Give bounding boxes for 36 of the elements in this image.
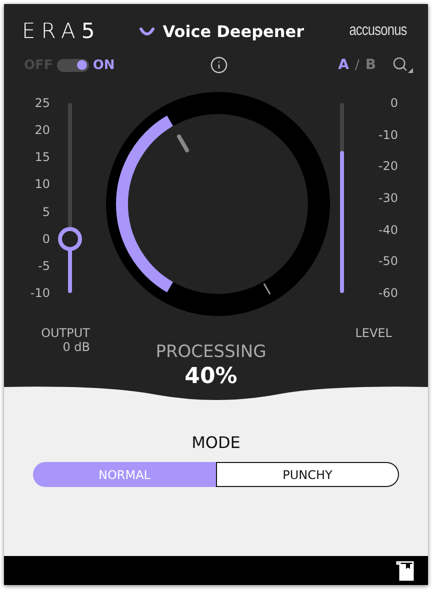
output-scale-label: 20 [34,123,50,138]
processing-label: PROCESSING [156,342,266,362]
level-scale-label: 0 [390,96,398,110]
mode-label: MODE [192,433,240,452]
output-scale-label: 15 [34,150,50,164]
output-scale-label: 5 [42,204,50,219]
level-scale-label: -40 [378,222,398,237]
output-scale-label: 10 [34,177,50,192]
output-slider-thumb[interactable] [58,226,82,251]
output-value: 0 dB [62,340,90,354]
level-scale-label: -50 [378,254,398,268]
level-scale-label: -10 [378,128,398,142]
level-label: LEVEL [355,326,392,340]
info-icon[interactable] [210,56,228,74]
output-scale-label: 0 [42,232,50,246]
output-scale-label: 25 [34,96,50,110]
plugin-title: Voice Deepener [162,22,304,40]
level-scale-label: -20 [378,159,398,174]
preset-ab-button[interactable]: A [338,57,349,73]
brand-logo: accusonus [349,22,407,40]
power-switch[interactable] [56,58,89,72]
on-label: ON [92,58,115,72]
output-label: OUTPUT [41,326,90,340]
processing-value: 40% [184,364,238,389]
ab-separator: / [354,58,360,72]
search-icon[interactable] [392,56,414,74]
smile-icon [138,26,155,36]
level-scale-label: -30 [378,190,398,205]
preset-ab-button[interactable]: B [365,57,376,73]
book-icon[interactable] [396,560,414,580]
output-scale-label: -10 [30,286,50,300]
mode-option[interactable]: PUNCHY [216,462,399,487]
level-scale-label: -60 [378,286,398,300]
knob-end-tick [263,283,271,294]
processing-knob[interactable] [106,92,330,316]
output-scale-label: -5 [38,258,50,273]
